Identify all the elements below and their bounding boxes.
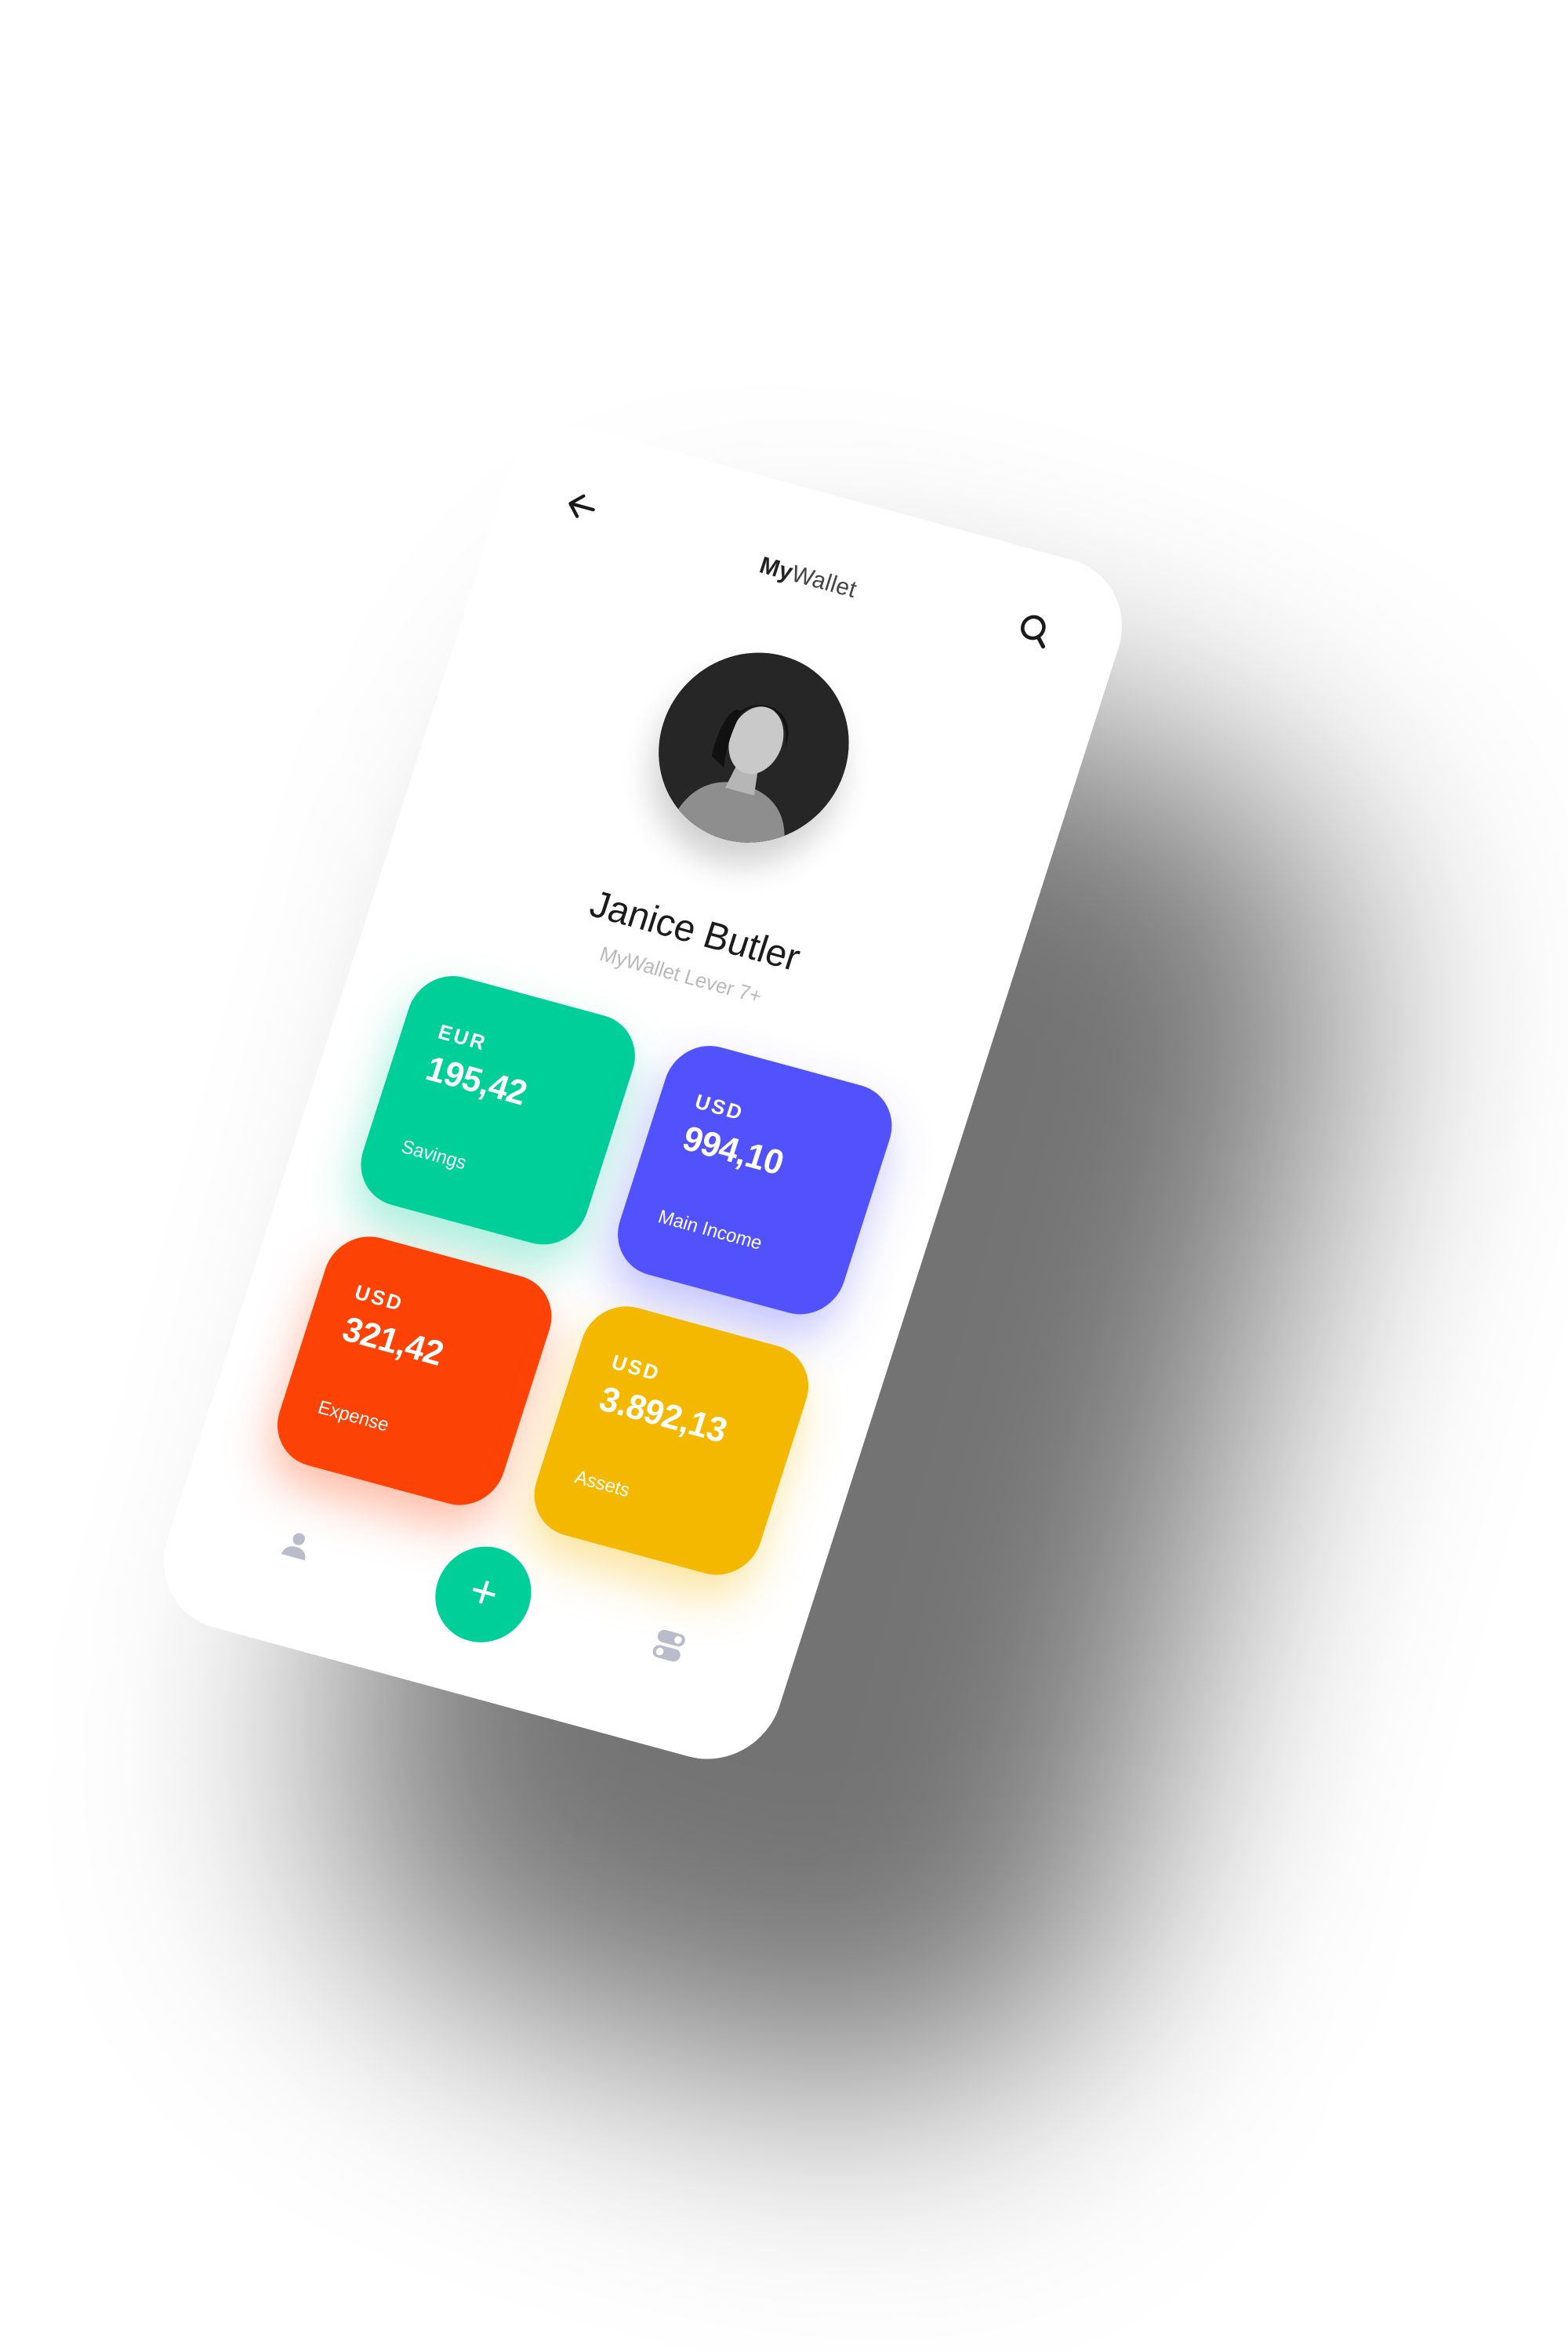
app-title-light: Wallet bbox=[788, 561, 860, 604]
card-label: Expense bbox=[315, 1396, 392, 1436]
card-main-income[interactable]: USD 994,10 Main Income bbox=[606, 1036, 904, 1324]
plus-icon: + bbox=[463, 1563, 506, 1621]
card-savings[interactable]: EUR 195,42 Savings bbox=[349, 966, 647, 1254]
user-icon[interactable] bbox=[275, 1523, 319, 1566]
card-expense[interactable]: USD 321,42 Expense bbox=[266, 1226, 563, 1515]
card-label: Main Income bbox=[655, 1206, 765, 1254]
avatar[interactable] bbox=[633, 631, 874, 864]
card-label: Assets bbox=[572, 1466, 633, 1502]
toggles-icon[interactable] bbox=[645, 1623, 693, 1669]
card-label: Savings bbox=[398, 1136, 470, 1174]
add-button[interactable]: + bbox=[423, 1536, 544, 1653]
card-assets[interactable]: USD 3.892,13 Assets bbox=[523, 1296, 820, 1585]
